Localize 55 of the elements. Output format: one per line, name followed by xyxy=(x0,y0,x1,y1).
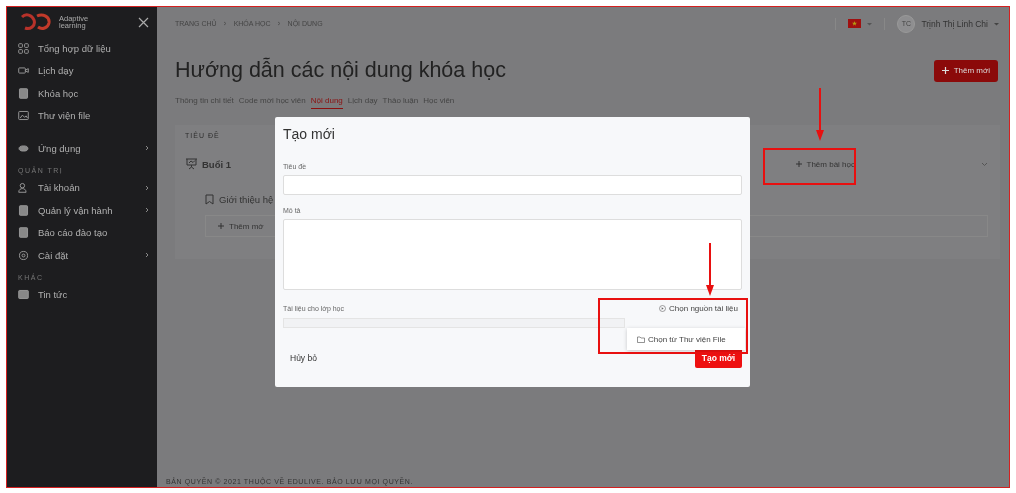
plus-icon xyxy=(941,67,949,74)
breadcrumb-separator-icon xyxy=(222,21,228,26)
add-lesson-button[interactable]: Thêm bài học xyxy=(791,155,859,173)
tab[interactable]: Nội dung xyxy=(310,96,343,109)
caret-icon[interactable] xyxy=(994,21,999,26)
menu-item-icon xyxy=(18,204,29,216)
breadcrumb-separator-icon xyxy=(276,21,282,26)
sidebar-item[interactable]: Báo cáo đào tạo xyxy=(7,221,157,244)
flag-icon[interactable] xyxy=(848,19,862,28)
menu-item-icon xyxy=(18,227,29,239)
user-name[interactable]: Trịnh Thị Linh Chi xyxy=(921,18,988,29)
sidebar-item[interactable]: Lịch dạy xyxy=(7,59,157,82)
chevron-icon xyxy=(145,145,149,152)
source-button[interactable]: Chọn nguồn tài liệu xyxy=(659,303,738,313)
chevron-icon xyxy=(145,252,149,259)
plus-icon xyxy=(218,223,224,229)
logo-icon xyxy=(19,13,53,31)
sidebar-item[interactable]: Khóa học xyxy=(7,82,157,105)
play-circle-icon xyxy=(659,304,667,312)
caret-icon[interactable] xyxy=(867,21,873,26)
folder-icon xyxy=(637,335,645,343)
sidebar-item[interactable]: Thư viện file xyxy=(7,104,157,127)
menu-item-icon xyxy=(18,87,29,99)
sidebar-item[interactable]: Tổng hợp dữ liệu xyxy=(7,37,157,60)
plus-icon xyxy=(795,161,802,167)
cancel-button[interactable]: Hủy bỏ xyxy=(290,353,695,363)
menu-item-icon xyxy=(18,249,29,261)
sidebar-item[interactable]: Tin tức xyxy=(7,283,157,306)
menu-item-icon xyxy=(18,182,29,194)
session-title[interactable]: Buổi 1 xyxy=(202,158,232,170)
menu-item-icon xyxy=(18,110,29,122)
dialog-title: Tạo mới xyxy=(283,126,336,142)
close-icon[interactable] xyxy=(138,16,149,28)
sidebar-item[interactable]: Ứng dụng xyxy=(7,137,157,160)
menu-item-icon xyxy=(18,142,29,154)
sidebar-item[interactable]: Quản lý vận hành xyxy=(7,199,157,222)
chevron-icon xyxy=(145,184,149,191)
input-field[interactable] xyxy=(283,175,742,195)
lesson-title[interactable]: Giới thiệu hệ xyxy=(219,193,274,205)
bookmark-icon xyxy=(205,193,214,205)
page-title: Hướng dẫn các nội dung khóa học xyxy=(175,58,507,83)
chevron-icon[interactable] xyxy=(981,161,988,167)
arrow-drawing xyxy=(705,243,715,297)
menu-item-icon xyxy=(18,42,29,54)
arrow-drawing xyxy=(815,88,825,142)
menu-item-icon xyxy=(18,289,29,301)
textarea-field[interactable] xyxy=(283,219,742,290)
menu-item[interactable]: Chọn từ Thư viện File xyxy=(627,328,745,350)
add-button[interactable]: Thêm mới xyxy=(933,59,998,82)
sidebar-item[interactable]: Tài khoản xyxy=(7,176,157,199)
file-field[interactable] xyxy=(283,318,625,328)
chevron-icon xyxy=(145,207,149,214)
menu-item-icon xyxy=(18,65,29,77)
sidebar-item[interactable]: Cài đặt xyxy=(7,244,157,267)
presentation-icon xyxy=(185,158,198,170)
